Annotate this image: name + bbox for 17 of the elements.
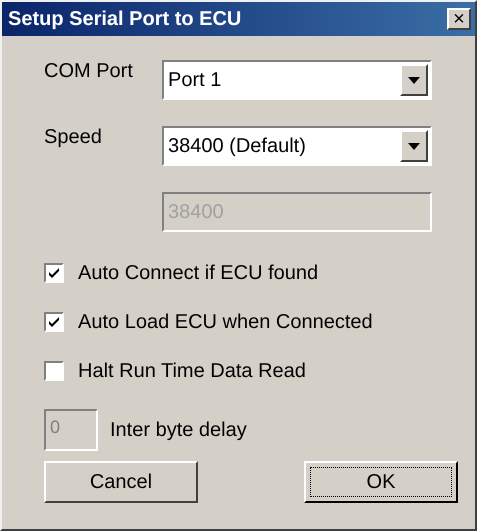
dialog-button[interactable]: OK [304,461,458,503]
checkmark-icon [48,316,60,328]
checkbox[interactable] [44,263,64,283]
window-title: Setup Serial Port to ECU [8,8,242,30]
checkbox-label: Auto Connect if ECU found [78,262,318,284]
dialog-button[interactable]: Cancel [44,461,198,503]
checkbox-label: Halt Run Time Data Read [78,360,306,382]
checkbox[interactable] [44,312,64,332]
field-label: Speed [44,126,103,149]
delay-label: Inter byte delay [110,418,247,442]
checkbox[interactable] [44,361,64,381]
field-label: COM Port [44,60,134,83]
checkmark-icon [48,267,60,279]
checkbox-label: Auto Load ECU when Connected [78,310,373,334]
close-button[interactable]: × [447,8,471,30]
dropdown[interactable]: 38400 (Default) [162,126,432,166]
dropdown[interactable]: Port 1 [162,60,432,100]
